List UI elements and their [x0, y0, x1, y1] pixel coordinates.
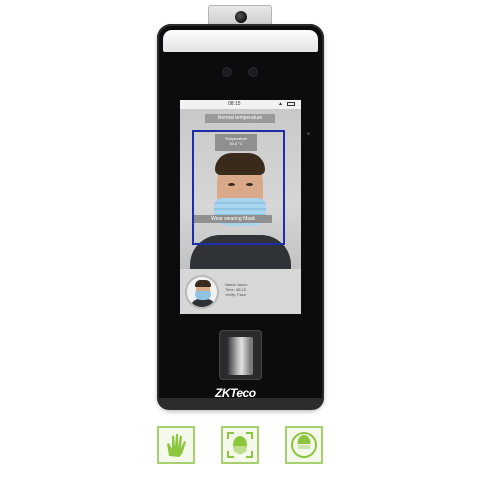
status-time: 08:15: [228, 101, 241, 107]
mask-feature: [285, 426, 323, 464]
face-feature: [221, 426, 259, 464]
fingerprint-reader[interactable]: [219, 330, 262, 380]
info-verify: Verify: Face: [225, 292, 247, 297]
camera-live-view: Normal temperature Temperature 36.5 °C W…: [180, 109, 301, 275]
mask-icon: [291, 432, 317, 458]
thermal-lens-icon: [235, 11, 247, 23]
avatar-body: [191, 299, 215, 307]
brand-logo: ZKTeco: [215, 386, 256, 400]
touch-screen[interactable]: 08:15 ▲ Normal temperature Temperature 3…: [180, 100, 301, 314]
face-icon: [227, 432, 253, 458]
light-bar: [163, 30, 318, 52]
temperature-readout: Temperature 36.5 °C: [215, 134, 257, 151]
terminal-device: 08:15 ▲ Normal temperature Temperature 3…: [157, 24, 324, 410]
wifi-icon: ▲: [278, 101, 283, 107]
palm-icon: [167, 434, 186, 457]
fingerprint-sensor-icon: [228, 337, 253, 375]
battery-icon: [287, 102, 295, 106]
camera-left-icon: [223, 68, 231, 76]
temperature-banner: Normal temperature: [205, 114, 275, 123]
status-bar: 08:15 ▲: [180, 100, 301, 109]
info-text: Name:Jason Time: 08:15 Verify: Face: [225, 282, 295, 297]
palm-feature: [157, 426, 195, 464]
avatar-hair: [195, 280, 211, 287]
verification-info-panel: Name:Jason Time: 08:15 Verify: Face: [180, 269, 301, 314]
mask-status-label: Wear wearing Mask: [194, 215, 272, 223]
camera-right-icon: [249, 68, 257, 76]
avatar-mask: [195, 291, 211, 300]
avatar: [185, 275, 219, 309]
light-sensor: [307, 132, 310, 135]
temperature-value: 36.5 °C: [229, 141, 243, 146]
